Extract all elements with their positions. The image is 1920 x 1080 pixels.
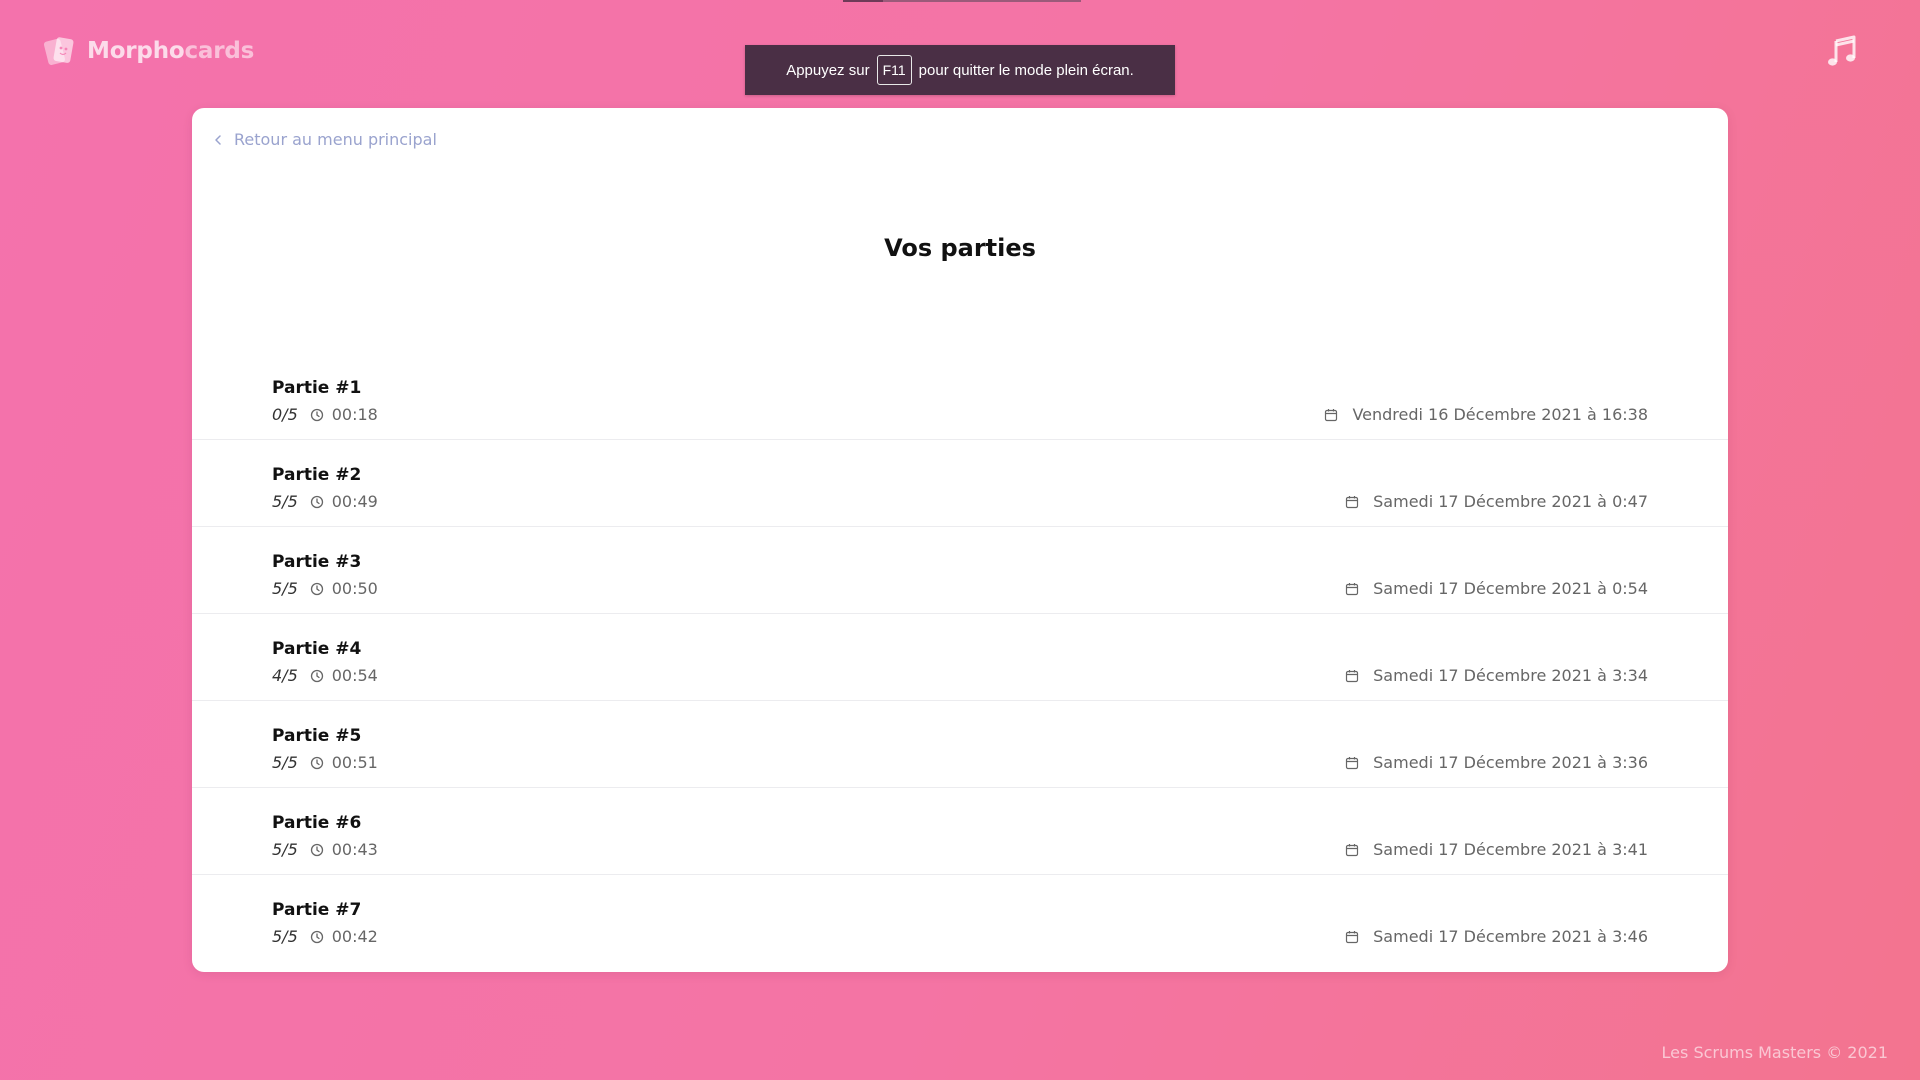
game-row[interactable]: Partie #1 0/5 00:18 Vendredi 16 Décembre…	[192, 353, 1728, 440]
game-meta: 5/5 00:50	[272, 579, 378, 598]
game-date-text: Samedi 17 Décembre 2021 à 3:34	[1373, 666, 1648, 685]
game-name: Partie #5	[272, 726, 362, 746]
game-row[interactable]: Partie #5 5/5 00:51 Samedi 17 Décembre 2…	[192, 701, 1728, 788]
game-date: Samedi 17 Décembre 2021 à 3:41	[1345, 840, 1648, 859]
game-duration: 00:42	[331, 927, 378, 946]
game-meta: 5/5 00:49	[272, 492, 378, 511]
game-date: Samedi 17 Décembre 2021 à 3:34	[1345, 666, 1648, 685]
music-note-icon	[1828, 35, 1856, 66]
game-name: Partie #7	[272, 900, 362, 920]
calendar-icon	[1325, 408, 1338, 421]
app-name-part2: cards	[184, 38, 255, 64]
calendar-icon	[1346, 582, 1359, 595]
game-time: 00:18	[310, 405, 378, 424]
fullscreen-notice-after: pour quitter le mode plein écran.	[918, 61, 1134, 79]
game-time: 00:50	[310, 579, 378, 598]
game-row[interactable]: Partie #2 5/5 00:49 Samedi 17 Décembre 2…	[192, 440, 1728, 527]
game-duration: 00:49	[331, 492, 378, 511]
game-row[interactable]: Partie #3 5/5 00:50 Samedi 17 Décembre 2…	[192, 527, 1728, 614]
calendar-icon	[1346, 930, 1359, 943]
game-date: Samedi 17 Décembre 2021 à 3:46	[1345, 927, 1648, 946]
game-name: Partie #4	[272, 639, 362, 659]
game-row[interactable]: Partie #6 5/5 00:43 Samedi 17 Décembre 2…	[192, 788, 1728, 875]
back-link-label: Retour au menu principal	[234, 130, 437, 149]
game-time: 00:42	[310, 927, 378, 946]
game-score: 5/5	[272, 927, 298, 946]
game-score: 4/5	[272, 666, 298, 685]
game-date-text: Vendredi 16 Décembre 2021 à 16:38	[1352, 405, 1648, 424]
game-meta: 5/5 00:51	[272, 753, 378, 772]
page-progress-strip	[843, 0, 1081, 2]
game-duration: 00:51	[331, 753, 378, 772]
game-name: Partie #2	[272, 465, 362, 485]
game-date-text: Samedi 17 Décembre 2021 à 0:54	[1373, 579, 1648, 598]
game-time: 00:54	[310, 666, 378, 685]
game-name: Partie #6	[272, 813, 362, 833]
app-name: Morphocards	[87, 38, 254, 64]
clock-icon	[310, 495, 323, 508]
game-score: 5/5	[272, 840, 298, 859]
footer-copyright: Les Scrums Masters © 2021	[1661, 1043, 1888, 1062]
game-row[interactable]: Partie #7 5/5 00:42 Samedi 17 Décembre 2…	[192, 875, 1728, 961]
app-logo[interactable]: Morphocards	[43, 34, 254, 68]
game-time: 00:43	[310, 840, 378, 859]
clock-icon	[310, 843, 323, 856]
game-duration: 00:50	[331, 579, 378, 598]
calendar-icon	[1346, 843, 1359, 856]
clock-icon	[310, 669, 323, 682]
game-meta: 5/5 00:43	[272, 840, 378, 859]
clock-icon	[310, 756, 323, 769]
app-name-part1: Morpho	[87, 38, 185, 64]
f11-key: F11	[876, 55, 912, 85]
chevron-left-icon	[215, 134, 221, 145]
game-score: 5/5	[272, 492, 298, 511]
clock-icon	[310, 408, 323, 421]
game-date-text: Samedi 17 Décembre 2021 à 3:36	[1373, 753, 1648, 772]
back-to-main-menu-link[interactable]: Retour au menu principal	[212, 130, 437, 149]
game-score: 5/5	[272, 753, 298, 772]
game-date: Samedi 17 Décembre 2021 à 0:54	[1345, 579, 1648, 598]
game-date: Samedi 17 Décembre 2021 à 3:36	[1345, 753, 1648, 772]
game-duration: 00:18	[331, 405, 378, 424]
game-duration: 00:54	[331, 666, 378, 685]
game-duration: 00:43	[331, 840, 378, 859]
games-card: Retour au menu principal Vos parties Par…	[192, 108, 1728, 972]
music-toggle-button[interactable]	[1824, 34, 1860, 70]
game-time: 00:49	[310, 492, 378, 511]
game-date: Samedi 17 Décembre 2021 à 0:47	[1345, 492, 1648, 511]
clock-icon	[310, 930, 323, 943]
game-score: 0/5	[272, 405, 298, 424]
game-row[interactable]: Partie #4 4/5 00:54 Samedi 17 Décembre 2…	[192, 614, 1728, 701]
game-meta: 5/5 00:42	[272, 927, 378, 946]
game-date-text: Samedi 17 Décembre 2021 à 0:47	[1373, 492, 1648, 511]
games-list: Partie #1 0/5 00:18 Vendredi 16 Décembre…	[192, 353, 1728, 961]
game-meta: 4/5 00:54	[272, 666, 378, 685]
game-score: 5/5	[272, 579, 298, 598]
fullscreen-exit-notice: Appuyez sur F11 pour quitter le mode ple…	[745, 45, 1175, 95]
page-title: Vos parties	[884, 234, 1036, 262]
game-name: Partie #3	[272, 552, 362, 572]
game-date: Vendredi 16 Décembre 2021 à 16:38	[1324, 405, 1648, 424]
cards-logo-icon	[43, 37, 74, 65]
game-time: 00:51	[310, 753, 378, 772]
game-name: Partie #1	[272, 378, 362, 398]
calendar-icon	[1346, 669, 1359, 682]
calendar-icon	[1346, 495, 1359, 508]
clock-icon	[310, 582, 323, 595]
fullscreen-notice-before: Appuyez sur	[786, 61, 870, 79]
game-date-text: Samedi 17 Décembre 2021 à 3:46	[1373, 927, 1648, 946]
page-progress-fill	[843, 0, 883, 2]
game-meta: 0/5 00:18	[272, 405, 378, 424]
game-date-text: Samedi 17 Décembre 2021 à 3:41	[1373, 840, 1648, 859]
calendar-icon	[1346, 756, 1359, 769]
